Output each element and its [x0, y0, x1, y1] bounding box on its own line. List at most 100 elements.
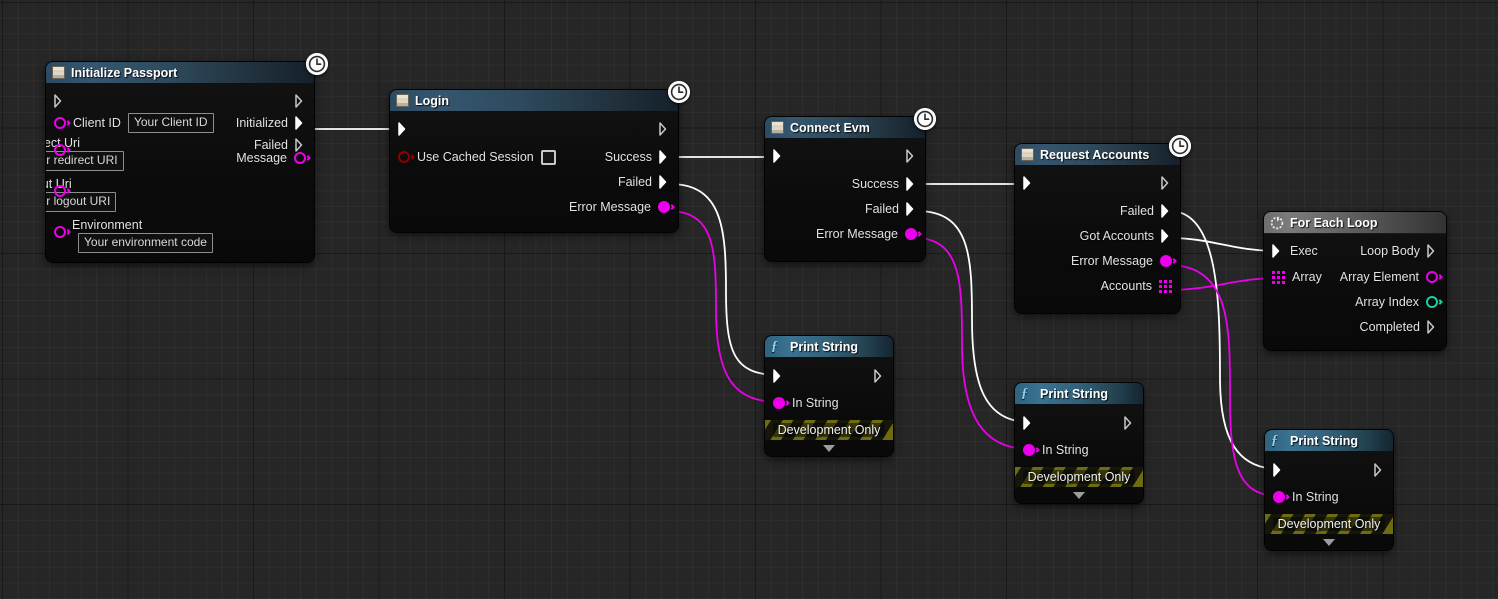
pin-row-got-accounts: Got Accounts: [1015, 225, 1180, 247]
pin-label-array: Array: [1292, 270, 1322, 284]
blueprint-graph-canvas[interactable]: Initialize Passport Client ID Your Clien: [0, 0, 1498, 599]
exec-input-pin[interactable]: [54, 94, 65, 108]
node-header[interactable]: ƒ Print String: [765, 336, 893, 358]
bool-input-pin-use-cached-session[interactable]: [398, 151, 415, 163]
string-output-pin-error-message[interactable]: [658, 201, 675, 213]
pin-row-accounts: Accounts: [1015, 275, 1180, 297]
development-only-banner: Development Only: [1015, 467, 1143, 487]
exec-output-pin-failed[interactable]: [906, 202, 917, 216]
array-input-pin-array[interactable]: [1272, 270, 1285, 284]
exec-output-pin-failed[interactable]: [659, 175, 670, 189]
exec-output-pin-completed[interactable]: [1427, 320, 1438, 334]
pin-row-error-message: Error Message: [390, 196, 678, 218]
pin-label-redirect-uri: Redirect Uri: [46, 136, 80, 150]
client-id-input[interactable]: Your Client ID: [127, 113, 214, 133]
expand-node-chevron[interactable]: [765, 440, 893, 456]
pin-row-client-id: Client ID Your Client ID Initialized: [46, 112, 314, 134]
expand-node-chevron[interactable]: [1015, 487, 1143, 503]
string-input-pin-in-string[interactable]: [1023, 444, 1040, 456]
node-title: Print String: [1290, 433, 1359, 448]
use-cached-session-checkbox[interactable]: [540, 149, 556, 165]
node-print-string-3[interactable]: ƒ Print String In String Development Onl…: [1265, 430, 1393, 550]
pin-label-failed: Failed: [617, 175, 652, 189]
exec-output-pin-got-accounts[interactable]: [1161, 229, 1172, 243]
loop-icon: [1270, 216, 1284, 230]
exec-output-pin-failed[interactable]: [1161, 204, 1172, 218]
pin-label-accounts: Accounts: [1100, 279, 1152, 293]
string-input-pin-redirect-uri[interactable]: [54, 144, 71, 156]
exec-input-pin[interactable]: [1023, 176, 1034, 190]
exec-input-pin[interactable]: [398, 122, 409, 136]
node-header[interactable]: ƒ Print String: [1265, 430, 1393, 452]
expand-node-chevron[interactable]: [1265, 534, 1393, 550]
node-title: For Each Loop: [1290, 215, 1378, 230]
pin-row-environment: Environment Your environment code: [46, 216, 314, 253]
node-print-string-2[interactable]: ƒ Print String In String Development Onl…: [1015, 383, 1143, 503]
exec-input-pin[interactable]: [773, 369, 784, 383]
node-header[interactable]: Request Accounts: [1015, 144, 1180, 166]
string-input-pin-client-id[interactable]: [54, 117, 71, 129]
exec-output-pin-success[interactable]: [659, 150, 670, 164]
node-title: Print String: [790, 339, 859, 354]
node-header[interactable]: Connect Evm: [765, 117, 925, 139]
wire-gotaccounts-to-foreachloop-exec: [1169, 237, 1279, 252]
string-output-pin-message[interactable]: [294, 152, 311, 164]
wire-accounts-to-foreachloop-array: [1169, 277, 1280, 291]
pin-label-environment: Environment: [72, 218, 143, 232]
pin-row-completed: Completed: [1264, 316, 1446, 338]
array-output-pin-accounts[interactable]: [1159, 279, 1172, 293]
pin-label-initialized: Initialized: [235, 116, 288, 130]
exec-output-pin-failed[interactable]: [295, 138, 306, 152]
exec-output-pin[interactable]: [659, 122, 670, 136]
node-for-each-loop[interactable]: For Each Loop Exec Loop Body Array Array…: [1264, 212, 1446, 350]
string-input-pin-logout-uri[interactable]: [54, 185, 71, 197]
node-print-string-1[interactable]: ƒ Print String In String Development Onl…: [765, 336, 893, 456]
string-input-pin-in-string[interactable]: [773, 397, 790, 409]
pin-row-failed: Failed: [765, 198, 925, 220]
exec-output-pin[interactable]: [295, 94, 306, 108]
wire-login-failed-to-printstring1: [669, 183, 780, 376]
pin-label-exec: Exec: [1290, 244, 1318, 258]
pin-label-success: Success: [604, 150, 652, 164]
exec-output-pin-success[interactable]: [906, 177, 917, 191]
string-input-pin-environment[interactable]: [54, 226, 71, 238]
node-header[interactable]: ƒ Print String: [1015, 383, 1143, 405]
wire-requestaccounts-error-to-printstring3-instring: [1167, 264, 1280, 497]
development-only-label: Development Only: [1022, 470, 1136, 484]
exec-input-pin[interactable]: [773, 149, 784, 163]
exec-input-pin[interactable]: [1023, 416, 1034, 430]
string-output-pin-error-message[interactable]: [905, 228, 922, 240]
library-icon: [396, 94, 409, 107]
wire-connectevm-failed-to-printstring2: [916, 210, 1030, 423]
exec-output-pin[interactable]: [874, 369, 885, 383]
string-output-pin-array-element[interactable]: [1426, 271, 1443, 283]
node-request-accounts[interactable]: Request Accounts Failed Got Accounts Err…: [1015, 135, 1191, 313]
pin-label-failed: Failed: [1119, 204, 1154, 218]
node-title: Login: [415, 93, 450, 108]
pin-label-in-string: In String: [1292, 490, 1339, 504]
environment-input[interactable]: Your environment code: [78, 233, 213, 253]
exec-output-pin[interactable]: [1374, 463, 1385, 477]
exec-input-pin[interactable]: [1273, 463, 1284, 477]
exec-output-pin-initialized[interactable]: [295, 116, 306, 130]
node-header[interactable]: Login: [390, 90, 678, 112]
node-title: Request Accounts: [1040, 147, 1150, 162]
exec-output-pin[interactable]: [1161, 176, 1172, 190]
pin-row-exec: [765, 145, 925, 167]
int-output-pin-array-index[interactable]: [1426, 296, 1443, 308]
node-login[interactable]: Login Use Cached Session Success Failed …: [390, 81, 690, 232]
pin-row-exec: [765, 365, 893, 387]
exec-output-pin[interactable]: [1124, 416, 1135, 430]
pin-label-error-message: Error Message: [569, 200, 651, 214]
exec-input-pin-exec[interactable]: [1272, 244, 1283, 258]
string-input-pin-in-string[interactable]: [1273, 491, 1290, 503]
wire-login-error-to-printstring1-instring: [667, 210, 780, 403]
node-connect-evm[interactable]: Connect Evm Success Failed Error Message: [765, 108, 936, 261]
exec-output-pin-loop-body[interactable]: [1427, 244, 1438, 258]
exec-output-pin[interactable]: [906, 149, 917, 163]
node-header[interactable]: Initialize Passport: [46, 62, 314, 84]
node-initialize-passport[interactable]: Initialize Passport Client ID Your Clien: [46, 53, 328, 262]
node-header[interactable]: For Each Loop: [1264, 212, 1446, 234]
wire-requestaccounts-failed-to-printstring3: [1169, 210, 1280, 470]
string-output-pin-error-message[interactable]: [1160, 255, 1177, 267]
